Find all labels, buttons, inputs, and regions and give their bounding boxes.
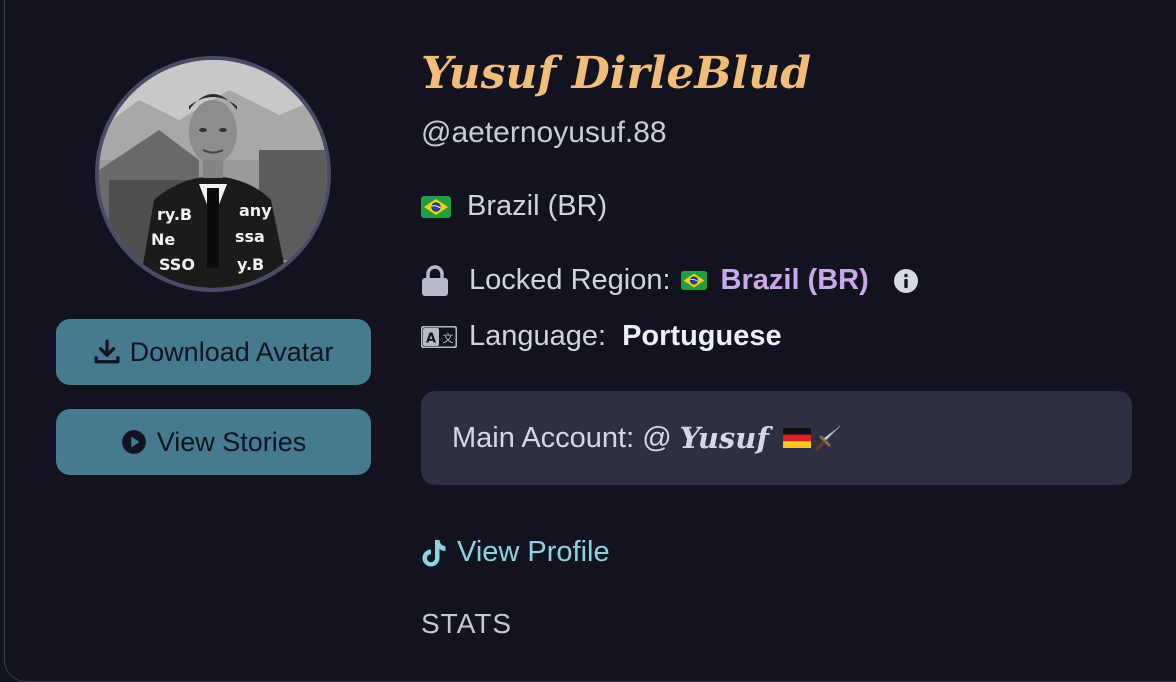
translate-icon: A 文 [421, 325, 457, 348]
view-profile-label: View Profile [457, 536, 610, 568]
svg-text:ssa: ssa [235, 227, 265, 246]
locked-region-label: Locked Region: [469, 264, 671, 296]
country-text: Brazil (BR) [467, 190, 608, 222]
avatar-photo: ry.B any Ne ssa SSO y.B [99, 60, 327, 288]
download-avatar-button[interactable]: Download Avatar [56, 319, 371, 385]
locked-region-row: Locked Region: Brazil (BR) [421, 264, 919, 297]
download-icon [94, 339, 120, 364]
username-handle: @aeternoyusuf.88 [421, 116, 667, 149]
brazil-flag-icon [421, 195, 451, 218]
main-account-name[interactable]: Yusuf [680, 421, 769, 455]
info-icon[interactable] [893, 268, 919, 294]
language-row: A 文 Language: Portuguese [421, 320, 782, 353]
svg-text:Ne: Ne [151, 230, 175, 249]
view-stories-button[interactable]: View Stories [56, 409, 371, 475]
svg-text:文: 文 [443, 331, 454, 345]
stats-heading: STATS [421, 608, 513, 639]
country-row: Brazil (BR) [421, 190, 607, 223]
lock-icon [422, 264, 448, 296]
view-stories-label: View Stories [156, 426, 307, 457]
brazil-flag-icon [680, 271, 707, 290]
language-value: Portuguese [622, 320, 782, 352]
view-profile-link[interactable]: View Profile [421, 536, 610, 569]
main-account-label: Main Account: @ [452, 421, 672, 454]
svg-text:ry.B: ry.B [157, 205, 192, 224]
tiktok-icon [422, 539, 446, 566]
main-account-panel: Main Account: @ Yusuf [421, 391, 1132, 485]
download-avatar-label: Download Avatar [129, 336, 334, 367]
locked-region-value: Brazil (BR) [720, 264, 869, 296]
play-circle-icon [121, 430, 146, 454]
svg-text:A: A [426, 331, 436, 346]
display-name: Yusuf DirleBlud [421, 48, 812, 99]
svg-text:y.B: y.B [237, 255, 264, 274]
germany-flag-icon [782, 428, 811, 448]
dagger-icon [813, 423, 843, 453]
language-label: Language: [469, 320, 607, 352]
svg-text:any: any [239, 201, 272, 220]
svg-text:SSO: SSO [159, 255, 195, 274]
avatar: ry.B any Ne ssa SSO y.B [95, 56, 331, 292]
